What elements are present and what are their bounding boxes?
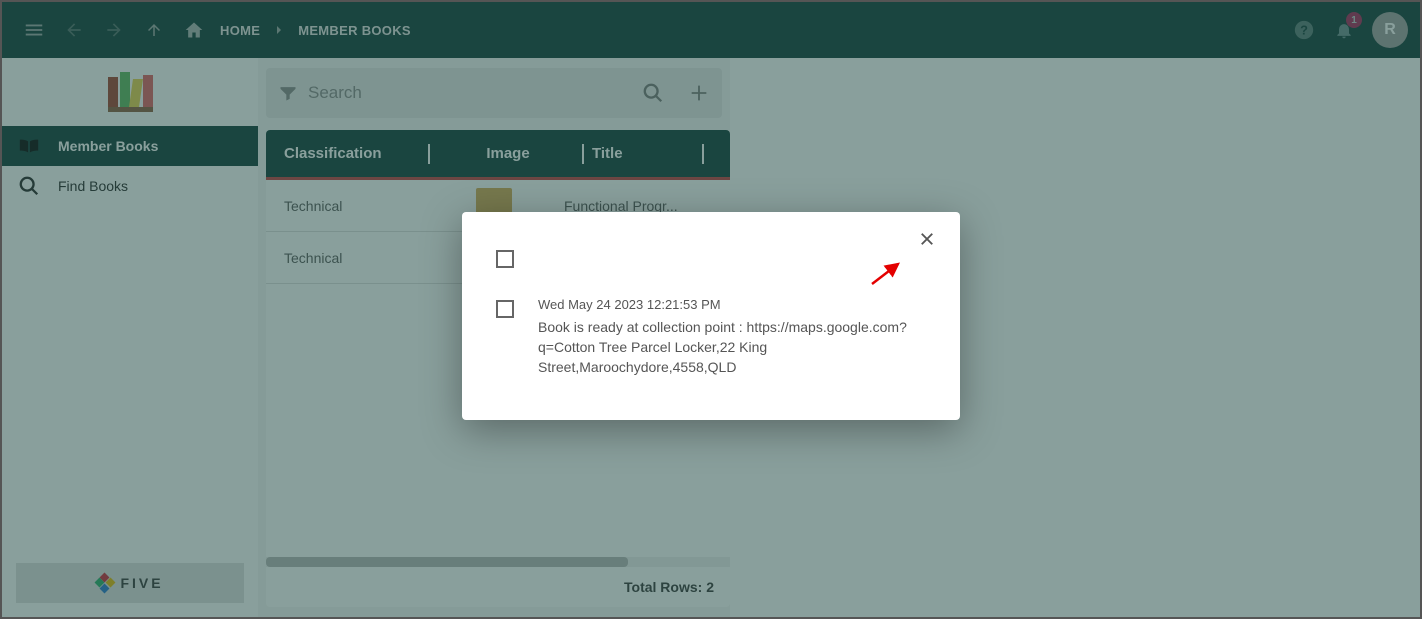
notifications-modal: Wed May 24 2023 12:21:53 PM Book is read… [462,212,960,420]
notification-date: Wed May 24 2023 12:21:53 PM [538,296,932,315]
notification-item[interactable] [490,232,932,282]
close-icon[interactable] [918,230,936,253]
notification-checkbox[interactable] [496,250,514,268]
notification-checkbox[interactable] [496,300,514,318]
notification-item[interactable]: Wed May 24 2023 12:21:53 PM Book is read… [490,282,932,392]
notification-text: Book is ready at collection point : http… [538,317,932,378]
modal-overlay[interactable]: Wed May 24 2023 12:21:53 PM Book is read… [2,2,1420,617]
